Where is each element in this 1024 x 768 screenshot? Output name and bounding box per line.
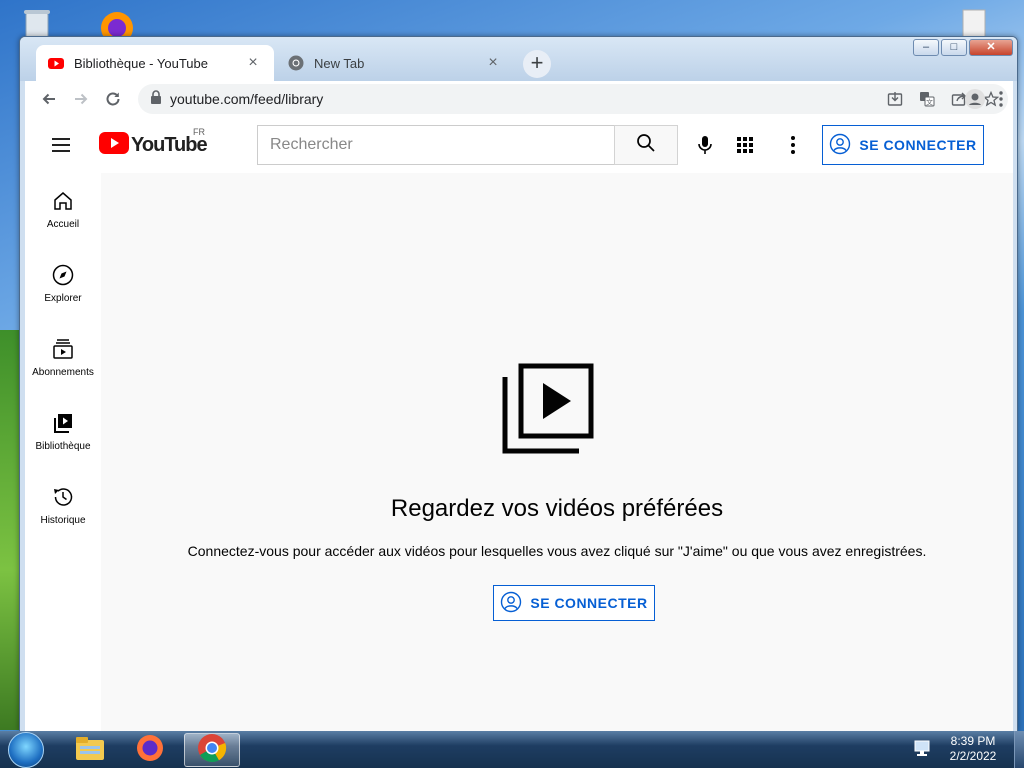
reload-icon[interactable] xyxy=(97,83,129,115)
window-controls: – □ ✕ xyxy=(913,39,1013,56)
show-desktop-button[interactable] xyxy=(1014,731,1024,768)
browser-window: Bibliothèque - YouTube × New Tab × + – □… xyxy=(19,36,1018,732)
sidebar-item-accueil[interactable]: Accueil xyxy=(25,173,101,247)
network-icon[interactable] xyxy=(913,740,933,758)
empty-state-subtitle: Connectez-vous pour accéder aux vidéos p… xyxy=(187,543,927,559)
sidebar-item-label: Historique xyxy=(40,515,86,526)
sidebar-item-label: Bibliothèque xyxy=(35,441,91,452)
sidebar-item-label: Accueil xyxy=(46,219,80,230)
youtube-wordmark: YouTube xyxy=(131,134,208,156)
search-button[interactable] xyxy=(614,125,678,165)
account-circle-icon xyxy=(500,591,522,616)
search-input[interactable]: Rechercher xyxy=(257,125,614,165)
browser-tab-strip: Bibliothèque - YouTube × New Tab × + – □… xyxy=(20,37,1017,81)
chrome-icon xyxy=(197,733,227,768)
browser-menu-icon[interactable] xyxy=(990,86,1012,112)
more-options-icon[interactable] xyxy=(781,133,805,157)
maximize-button[interactable]: □ xyxy=(941,39,967,56)
youtube-play-logo-icon xyxy=(99,132,129,159)
file-explorer-icon xyxy=(74,734,106,767)
tab-close-icon[interactable]: × xyxy=(244,54,262,72)
tab-youtube-library[interactable]: Bibliothèque - YouTube × xyxy=(36,45,274,81)
firefox-icon xyxy=(135,733,165,768)
new-tab-button[interactable]: + xyxy=(523,50,551,78)
tab-new-tab[interactable]: New Tab × xyxy=(276,45,514,81)
lock-icon[interactable] xyxy=(150,89,162,109)
start-button[interactable] xyxy=(8,732,44,768)
close-window-button[interactable]: ✕ xyxy=(969,39,1013,56)
sidebar-item-explorer[interactable]: Explorer xyxy=(25,247,101,321)
install-icon[interactable] xyxy=(882,86,908,112)
chrome-favicon-icon xyxy=(288,55,304,71)
sidebar-item-label: Explorer xyxy=(44,293,82,304)
microphone-icon[interactable] xyxy=(693,133,717,157)
guide-sidebar: Accueil Explorer Abonnements Bibliothèqu… xyxy=(25,173,101,731)
address-bar[interactable]: youtube.com/feed/library 文 xyxy=(138,84,1008,114)
browser-toolbar: youtube.com/feed/library 文 xyxy=(25,81,1013,117)
apps-grid-icon[interactable] xyxy=(733,133,757,157)
sidebar-item-historique[interactable]: Historique xyxy=(25,469,101,543)
compass-icon xyxy=(51,263,75,287)
library-empty-state: Regardez vos vidéos préférées Connectez-… xyxy=(101,173,1013,731)
subscriptions-icon xyxy=(51,337,75,361)
country-code: FR xyxy=(193,127,205,137)
taskbar-firefox[interactable] xyxy=(122,733,178,767)
search-icon xyxy=(636,133,656,158)
translate-icon[interactable]: 文 xyxy=(914,86,940,112)
clock-time: 8:39 PM xyxy=(950,734,996,748)
url-text[interactable]: youtube.com/feed/library xyxy=(170,91,882,107)
empty-state-title: Regardez vos vidéos préférées xyxy=(390,495,724,522)
hamburger-menu-icon[interactable] xyxy=(49,133,73,157)
taskbar-chrome[interactable] xyxy=(184,733,240,767)
sign-in-label: SE CONNECTER xyxy=(530,595,648,611)
minimize-button[interactable]: – xyxy=(913,39,939,56)
tab-label: New Tab xyxy=(314,55,365,71)
forward-arrow-icon[interactable] xyxy=(65,83,97,115)
svg-text:文: 文 xyxy=(926,98,933,107)
system-clock[interactable]: 8:39 PM 2/2/2022 xyxy=(940,734,1006,764)
sidebar-item-bibliotheque[interactable]: Bibliothèque xyxy=(25,395,101,469)
sidebar-item-label: Abonnements xyxy=(32,367,94,378)
library-icon xyxy=(51,411,75,435)
sign-in-label: SE CONNECTER xyxy=(859,137,977,153)
youtube-masthead: YouTube FR Rechercher SE CONNECTER xyxy=(25,117,1013,173)
tab-label: Bibliothèque - YouTube xyxy=(74,55,208,71)
clock-date: 2/2/2022 xyxy=(949,749,997,763)
sign-in-button-main[interactable]: SE CONNECTER xyxy=(493,585,655,621)
profile-avatar-icon[interactable] xyxy=(962,86,988,112)
sign-in-button[interactable]: SE CONNECTER xyxy=(822,125,984,165)
library-illustration-icon xyxy=(501,363,597,455)
tab-close-icon[interactable]: × xyxy=(484,54,502,72)
windows-taskbar: 8:39 PM 2/2/2022 xyxy=(0,731,1024,768)
account-circle-icon xyxy=(829,133,851,158)
home-icon xyxy=(51,189,75,213)
back-arrow-icon[interactable] xyxy=(33,83,65,115)
page-viewport: YouTube FR Rechercher SE CONNECTER Accue… xyxy=(25,117,1013,731)
youtube-favicon-icon xyxy=(48,55,64,71)
history-icon xyxy=(51,485,75,509)
taskbar-file-explorer[interactable] xyxy=(62,733,118,767)
sidebar-item-abonnements[interactable]: Abonnements xyxy=(25,321,101,395)
youtube-logo[interactable]: YouTube xyxy=(99,132,208,159)
